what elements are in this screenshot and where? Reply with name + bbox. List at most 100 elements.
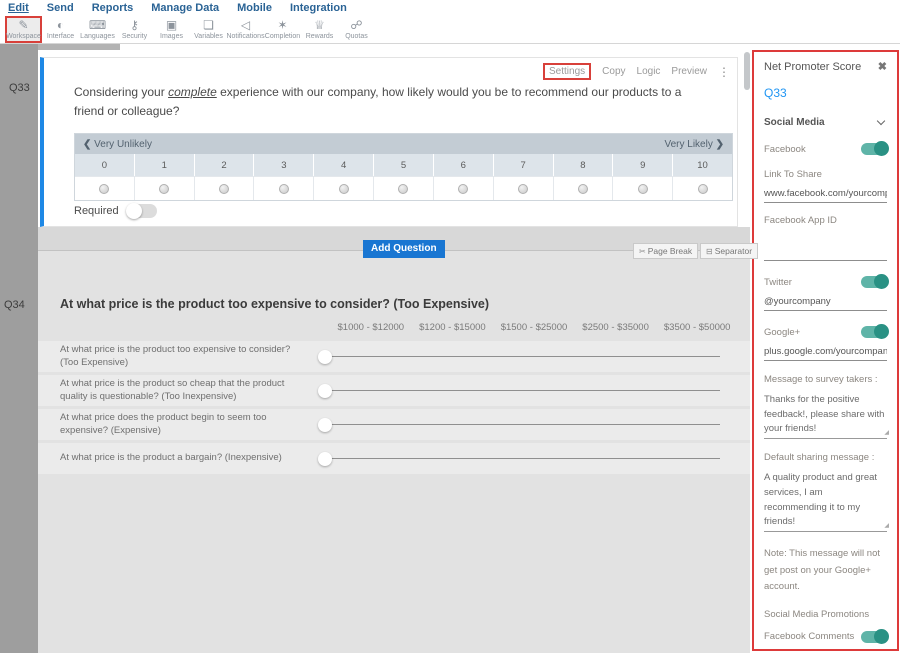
settings-panel: Net Promoter Score ✖ Q33 Social Media Fa… [752, 50, 899, 651]
radio-button-1[interactable] [159, 184, 169, 194]
radio-button-8[interactable] [578, 184, 588, 194]
question-title-q34: At what price is the product too expensi… [60, 297, 489, 311]
preview-button[interactable]: Preview [671, 66, 707, 77]
logic-button[interactable]: Logic [637, 66, 661, 77]
variables-icon: ❏ [203, 19, 214, 31]
price-slider[interactable] [318, 350, 720, 364]
more-options-icon[interactable]: ⋮ [718, 65, 729, 79]
scale-point-5[interactable]: 5 [374, 154, 434, 176]
main-menu: Edit Send Reports Manage Data Mobile Integrat… [0, 0, 900, 15]
settings-button[interactable]: Settings [543, 63, 591, 80]
images-icon: ▣ [166, 19, 177, 31]
price-column-3: $1500 - $25000 [493, 322, 575, 333]
twitter-toggle[interactable] [861, 276, 887, 288]
scale-point-10[interactable]: 10 [673, 154, 732, 176]
panel-question-id[interactable]: Q33 [764, 86, 887, 100]
menu-item-integration[interactable]: Integration [290, 2, 347, 14]
scale-point-1[interactable]: 1 [135, 154, 195, 176]
vertical-scrollbar[interactable] [744, 52, 750, 90]
radio-button-6[interactable] [458, 184, 468, 194]
toolbar-item-interface[interactable]: ◐Interface [42, 16, 79, 43]
toolbar-item-variables[interactable]: ❏ Variables [190, 16, 227, 43]
required-toggle[interactable] [127, 204, 157, 218]
menu-item-mobile[interactable]: Mobile [237, 2, 272, 14]
radio-button-3[interactable] [279, 184, 289, 194]
slider-handle[interactable] [318, 350, 332, 364]
scale-point-3[interactable]: 3 [254, 154, 314, 176]
social-media-section-toggle[interactable]: Social Media [764, 117, 887, 128]
scale-point-8[interactable]: 8 [554, 154, 614, 176]
toolbar-item-label: Notifications [226, 33, 264, 40]
slider-handle[interactable] [318, 384, 332, 398]
price-slider[interactable] [318, 418, 720, 432]
facebook-comments-toggle[interactable] [861, 631, 887, 643]
chevron-down-icon [877, 117, 885, 125]
radio-button-10[interactable] [698, 184, 708, 194]
toolbar-item-completion[interactable]: ✶Completion [264, 16, 301, 43]
toolbar-item-label: Variables [194, 33, 223, 40]
link-to-share-input[interactable] [764, 188, 887, 203]
scale-radio-cell-3 [254, 176, 314, 200]
twitter-handle-input[interactable] [764, 296, 887, 311]
radio-button-4[interactable] [339, 184, 349, 194]
price-slider[interactable] [318, 452, 720, 466]
toolbar-item-notifications[interactable]: ◁Notifications [227, 16, 264, 43]
scale-point-2[interactable]: 2 [195, 154, 255, 176]
radio-button-5[interactable] [398, 184, 408, 194]
toolbar-item-security[interactable]: ⚷Security [116, 16, 153, 43]
scale-point-4[interactable]: 4 [314, 154, 374, 176]
scale-point-0[interactable]: 0 [75, 154, 135, 176]
radio-button-2[interactable] [219, 184, 229, 194]
copy-button[interactable]: Copy [602, 66, 625, 77]
question-actions: Settings Copy Logic Preview ⋮ [543, 63, 729, 80]
menu-item-edit[interactable]: Edit [8, 2, 29, 14]
close-icon[interactable]: ✖ [878, 60, 887, 73]
radio-button-7[interactable] [518, 184, 528, 194]
scale-right-label: Very Likely [664, 139, 712, 150]
separator-icon: ⊟ [706, 247, 713, 256]
toolbar-item-images[interactable]: ▣ Images [153, 16, 190, 43]
price-slider[interactable] [318, 384, 720, 398]
separator-button[interactable]: ⊟Separator [700, 243, 758, 259]
radio-button-9[interactable] [638, 184, 648, 194]
message-to-survey-takers-textarea[interactable]: Thanks for the positive feedback!, pleas… [764, 393, 887, 439]
question-id-q33: Q33 [9, 82, 30, 94]
scale-point-9[interactable]: 9 [613, 154, 673, 176]
scale-right-arrow-icon[interactable]: ❯ [716, 139, 724, 150]
link-to-share-label: Link To Share [764, 169, 887, 180]
scale-point-6[interactable]: 6 [434, 154, 494, 176]
radio-button-0[interactable] [99, 184, 109, 194]
toolbar-item-workspace[interactable]: ✎Workspace [5, 16, 42, 43]
facebook-toggle[interactable] [861, 143, 887, 155]
rewards-icon: ♕ [314, 19, 325, 31]
scale-radio-cell-6 [434, 176, 494, 200]
facebook-app-id-input[interactable] [764, 246, 887, 261]
message-to-survey-takers-label: Message to survey takers : [764, 374, 887, 385]
default-sharing-message-label: Default sharing message : [764, 452, 887, 463]
quotas-icon: ☍ [350, 19, 362, 31]
scale-point-7[interactable]: 7 [494, 154, 554, 176]
nps-number-row: 012345678910 [75, 154, 732, 176]
slider-handle[interactable] [318, 452, 332, 466]
google-plus-toggle[interactable] [861, 326, 887, 338]
slider-track [324, 458, 720, 459]
menu-item-reports[interactable]: Reports [92, 2, 134, 14]
page-break-button[interactable]: ✂Page Break [633, 243, 698, 259]
scale-radio-cell-9 [613, 176, 673, 200]
price-column-5: $3500 - $50000 [656, 322, 738, 333]
scale-left-arrow-icon[interactable]: ❮ [83, 139, 91, 150]
add-question-button[interactable]: Add Question [363, 240, 445, 258]
resize-handle-icon: ◢ [884, 522, 889, 531]
toolbar-item-rewards[interactable]: ♕Rewards [301, 16, 338, 43]
google-plus-input[interactable] [764, 346, 887, 361]
slider-handle[interactable] [318, 418, 332, 432]
menu-item-send[interactable]: Send [47, 2, 74, 14]
toolbar-item-quotas[interactable]: ☍Quotas [338, 16, 375, 43]
toolbar-item-label: Images [160, 33, 183, 40]
toolbar-item-languages[interactable]: ⌨Languages [79, 16, 116, 43]
facebook-comments-row: Facebook Comments [764, 631, 887, 643]
menu-item-manage-data[interactable]: Manage Data [151, 2, 219, 14]
question-card-q34: At what price is the product too expensi… [38, 251, 750, 653]
default-sharing-message-textarea[interactable]: A quality product and great services, I … [764, 471, 887, 532]
panel-header: Net Promoter Score ✖ [764, 60, 887, 73]
